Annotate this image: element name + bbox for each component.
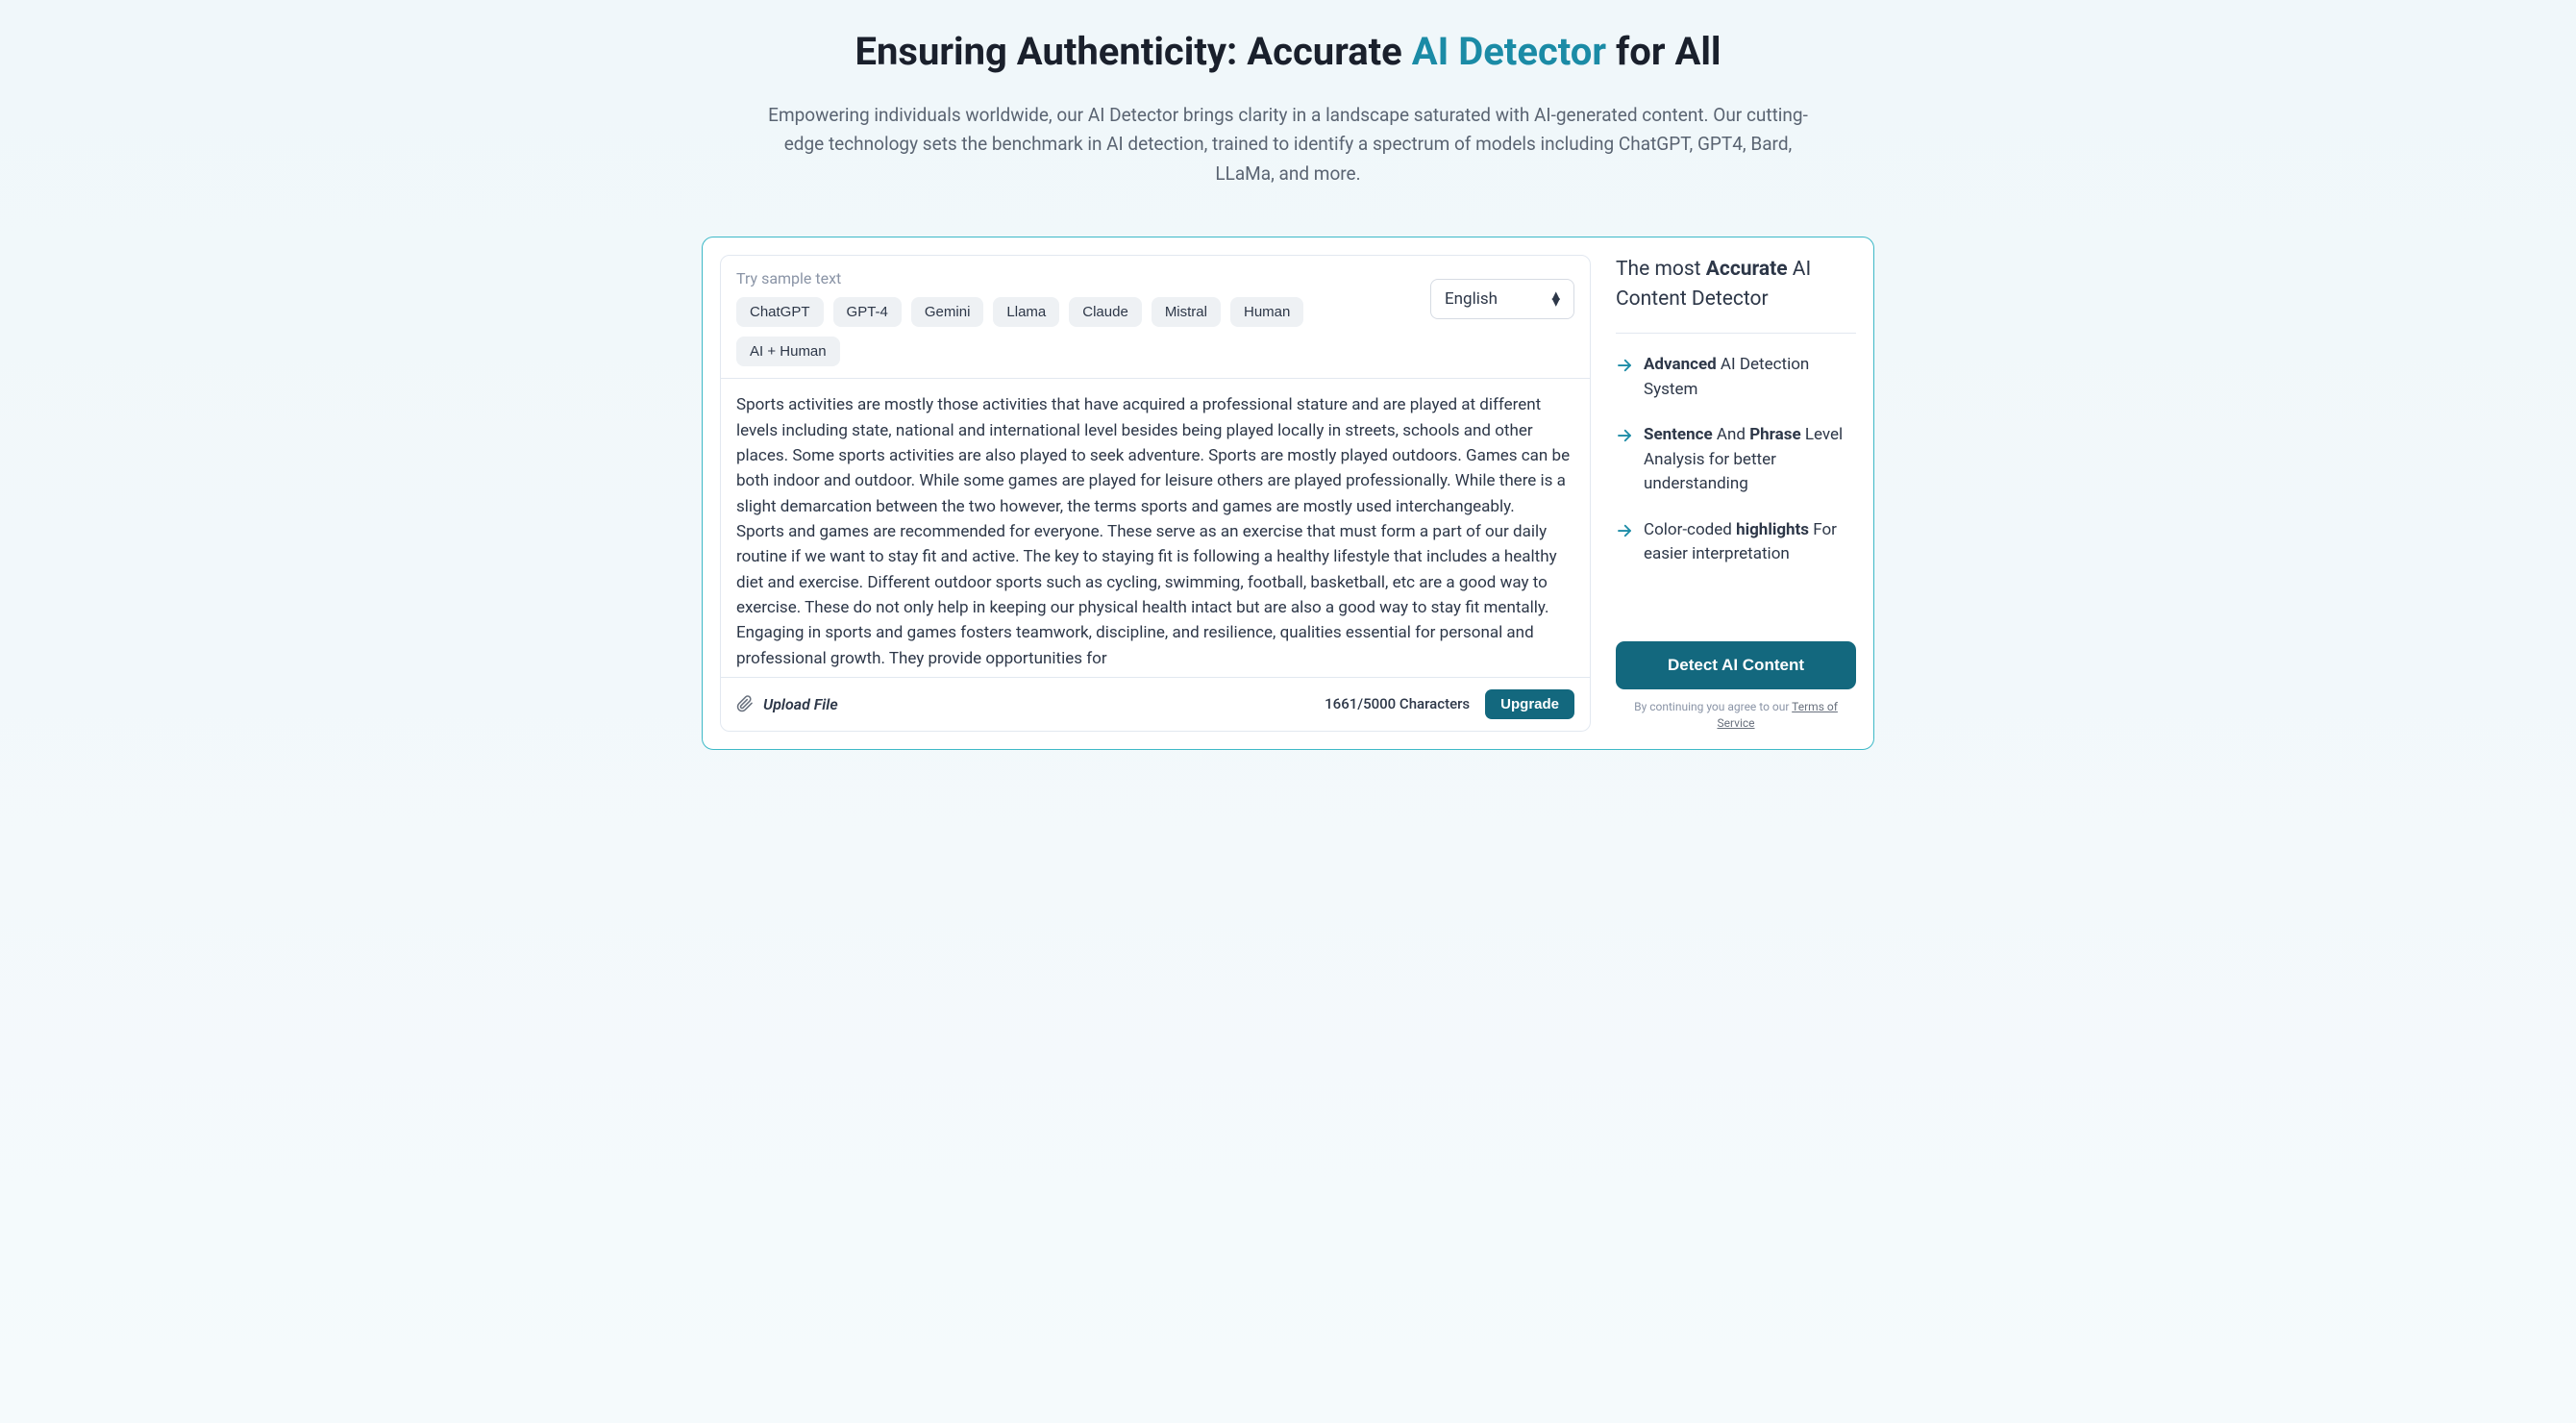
- chip-mistral[interactable]: Mistral: [1152, 297, 1221, 327]
- character-count: 1661/5000 Characters: [1325, 695, 1470, 712]
- language-select[interactable]: English ▴▾: [1430, 279, 1574, 319]
- text-input-area[interactable]: Sports activities are mostly those activ…: [721, 379, 1590, 677]
- text-content: Sports activities are mostly those activ…: [736, 392, 1574, 671]
- arrow-right-icon: [1616, 357, 1633, 374]
- sample-chips: ChatGPT GPT-4 Gemini Llama Claude Mistra…: [736, 297, 1411, 366]
- chip-llama[interactable]: Llama: [993, 297, 1059, 327]
- sidebar-title: The most Accurate AI Content Detector: [1616, 255, 1856, 334]
- page-title: Ensuring Authenticity: Accurate AI Detec…: [721, 29, 1855, 74]
- page-header: Ensuring Authenticity: Accurate AI Detec…: [702, 29, 1874, 188]
- upgrade-button[interactable]: Upgrade: [1485, 689, 1574, 719]
- language-value: English: [1445, 289, 1498, 309]
- page-subtitle: Empowering individuals worldwide, our AI…: [759, 101, 1817, 188]
- chip-ai-human[interactable]: AI + Human: [736, 337, 840, 366]
- chip-gemini[interactable]: Gemini: [911, 297, 984, 327]
- arrow-right-icon: [1616, 427, 1633, 444]
- sample-text-label: Try sample text: [736, 269, 1411, 287]
- chip-chatgpt[interactable]: ChatGPT: [736, 297, 824, 327]
- upload-file-button[interactable]: Upload File: [736, 695, 838, 713]
- tos-notice: By continuing you agree to our Terms of …: [1616, 699, 1856, 732]
- chip-gpt4[interactable]: GPT-4: [833, 297, 902, 327]
- feature-item: Advanced AI Detection System: [1616, 353, 1856, 402]
- input-card: Try sample text ChatGPT GPT-4 Gemini Lla…: [720, 255, 1591, 732]
- feature-item: Color-coded highlights For easier interp…: [1616, 518, 1856, 567]
- select-arrows-icon: ▴▾: [1551, 292, 1560, 306]
- main-panel: Try sample text ChatGPT GPT-4 Gemini Lla…: [702, 237, 1874, 750]
- paperclip-icon: [736, 695, 754, 712]
- detect-button[interactable]: Detect AI Content: [1616, 641, 1856, 689]
- chip-human[interactable]: Human: [1230, 297, 1303, 327]
- feature-item: Sentence And Phrase Level Analysis for b…: [1616, 423, 1856, 497]
- arrow-right-icon: [1616, 522, 1633, 539]
- upload-label: Upload File: [763, 695, 838, 713]
- feature-list: Advanced AI Detection System Sentence An…: [1616, 353, 1856, 630]
- chip-claude[interactable]: Claude: [1069, 297, 1142, 327]
